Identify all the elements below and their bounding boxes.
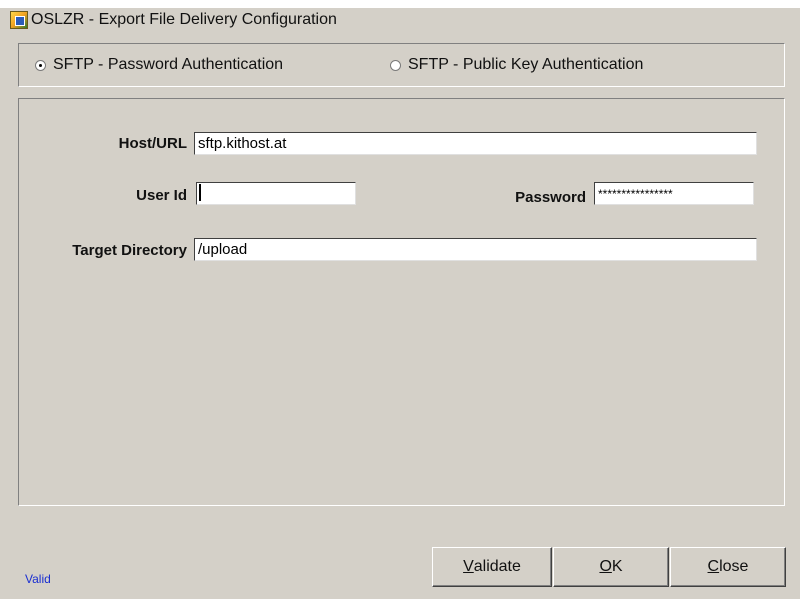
close-button-mnemonic: C (707, 558, 720, 575)
radio-password-auth-label[interactable]: SFTP - Password Authentication (53, 56, 283, 74)
text-caret (199, 184, 201, 201)
connection-form-panel (18, 98, 785, 506)
close-button-label: lose (719, 558, 749, 575)
radio-publickey-auth-label[interactable]: SFTP - Public Key Authentication (408, 56, 643, 74)
user-id-label: User Id (136, 187, 187, 204)
radio-publickey-auth[interactable]: SFTP - Public Key Authentication (390, 56, 643, 74)
validate-button[interactable]: Validate (432, 547, 552, 587)
radio-unchecked-icon[interactable] (390, 59, 401, 71)
window-title: OSLZR - Export File Delivery Configurati… (31, 11, 337, 28)
radio-checked-icon[interactable] (35, 59, 46, 71)
application-icon (10, 11, 28, 29)
validate-button-mnemonic: V (463, 558, 474, 575)
host-url-label: Host/URL (118, 135, 187, 152)
ok-button[interactable]: OK (553, 547, 669, 587)
radio-password-auth[interactable]: SFTP - Password Authentication (35, 56, 283, 74)
target-directory-input[interactable] (194, 238, 757, 261)
password-input[interactable] (594, 182, 754, 205)
user-id-input[interactable] (196, 182, 356, 205)
validate-button-label: alidate (473, 558, 521, 575)
password-label: Password (515, 189, 586, 206)
target-directory-label: Target Directory (72, 242, 187, 259)
host-url-input[interactable] (194, 132, 757, 155)
ok-button-mnemonic: O (599, 558, 612, 575)
validation-status: Valid (25, 572, 51, 586)
close-button[interactable]: Close (670, 547, 786, 587)
auth-method-group: SFTP - Password Authentication SFTP - Pu… (18, 43, 785, 87)
title-bar[interactable]: OSLZR - Export File Delivery Configurati… (0, 8, 800, 32)
ok-button-label: K (611, 558, 623, 575)
